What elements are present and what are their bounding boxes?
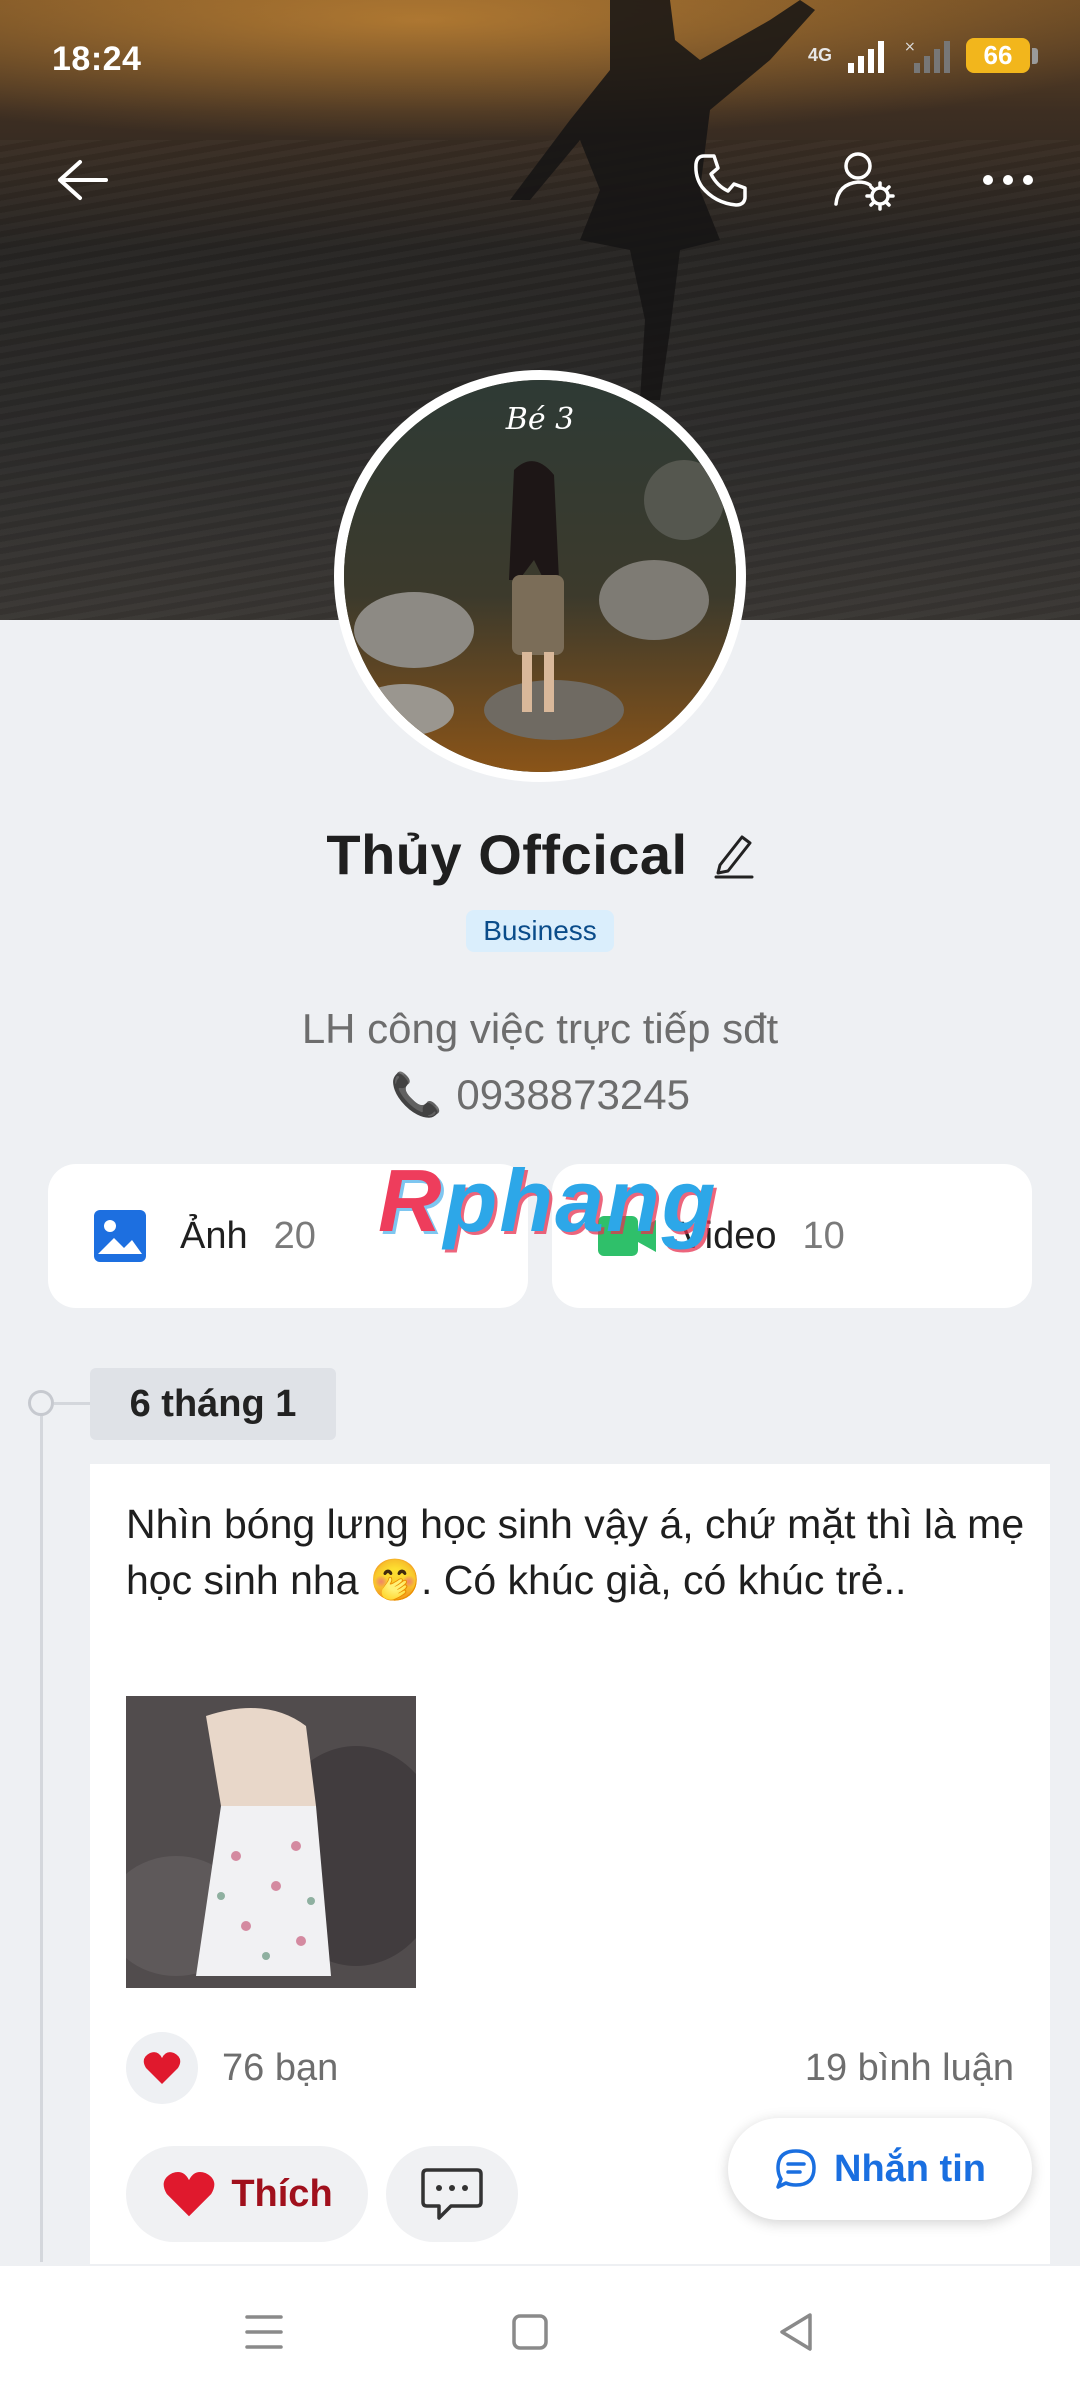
user-gear-icon [834,152,895,211]
message-button[interactable]: Nhắn tin [728,2118,1032,2220]
watermark-prefix: R [378,1151,444,1250]
timeline-connector [54,1402,90,1405]
back-nav-button[interactable] [764,2300,828,2364]
svg-text:×: × [904,39,916,55]
post-photo [126,1696,416,1988]
edit-pencil-icon[interactable] [712,831,754,879]
reaction-summary: 76 bạn 19 bình luận [126,2030,1014,2106]
photos-label: Ảnh [180,1214,248,1257]
more-horizontal-icon [983,175,1033,185]
likes-count[interactable]: 76 bạn [222,2047,338,2090]
profile-name: Thủy Offcical [326,823,688,886]
avatar-overlay-text: Bé 3 [505,402,575,437]
watermark-logo: Rphang [378,1150,718,1252]
bio-line: LH công việc trực tiếp sđt [301,1005,779,1052]
reaction-heart[interactable] [126,2032,198,2104]
top-action-bar [0,130,1080,230]
status-time: 18:24 [52,40,142,78]
phone-icon [694,154,747,207]
status-icons: 4G × 66 [807,38,1038,73]
timeline-dot [28,1390,54,1416]
square-home-icon [512,2314,548,2350]
back-button[interactable] [42,140,122,220]
avatar-photo [344,380,736,772]
image-icon [94,1210,146,1262]
photos-count: 20 [273,1214,316,1257]
bio-phone-row: 📞 0938873245 [0,1062,1080,1128]
business-badge: Business [466,910,614,952]
comments-count[interactable]: 19 bình luận [805,2047,1014,2090]
home-button[interactable] [498,2300,562,2364]
timeline-date: 6 tháng 1 [90,1368,336,1440]
like-button[interactable]: Thích [126,2146,368,2242]
profile-name-row: Thủy Offcical [0,822,1080,887]
bio-phone-number[interactable]: 0938873245 [456,1062,690,1128]
more-options-button[interactable] [968,140,1048,220]
heart-icon [163,2172,215,2217]
comment-button[interactable] [386,2146,518,2242]
profile-avatar[interactable]: Bé 3 [334,370,746,782]
chat-icon [776,2149,816,2189]
arrow-left-icon [58,160,108,200]
signal-off-icon: × [904,39,950,73]
comment-bubble-icon [421,2168,483,2220]
profile-bio: LH công việc trực tiếp sđt 📞 0938873245 [0,996,1080,1128]
recent-apps-button[interactable] [232,2300,296,2364]
menu-lines-icon [245,2315,283,2349]
watermark-rest: phang [443,1151,718,1250]
post-text: Nhìn bóng lưng học sinh vậy á, chứ mặt t… [126,1501,1025,1603]
telephone-emoji-icon: 📞 [390,1071,443,1118]
timeline-line [40,1402,43,2262]
post-image[interactable] [126,1696,416,1988]
signal-icon [848,40,884,73]
profile-settings-button[interactable] [824,140,904,220]
heart-icon [143,2052,181,2084]
battery-indicator: 66 [966,38,1038,73]
network-label: 4G [807,45,832,65]
system-nav-bar [0,2266,1080,2400]
like-label: Thích [231,2172,333,2215]
message-label: Nhắn tin [834,2147,986,2190]
triangle-back-icon [780,2313,812,2351]
videos-count: 10 [802,1214,845,1257]
call-button[interactable] [680,140,760,220]
status-bar: 18:24 4G × 66 [0,0,1080,120]
